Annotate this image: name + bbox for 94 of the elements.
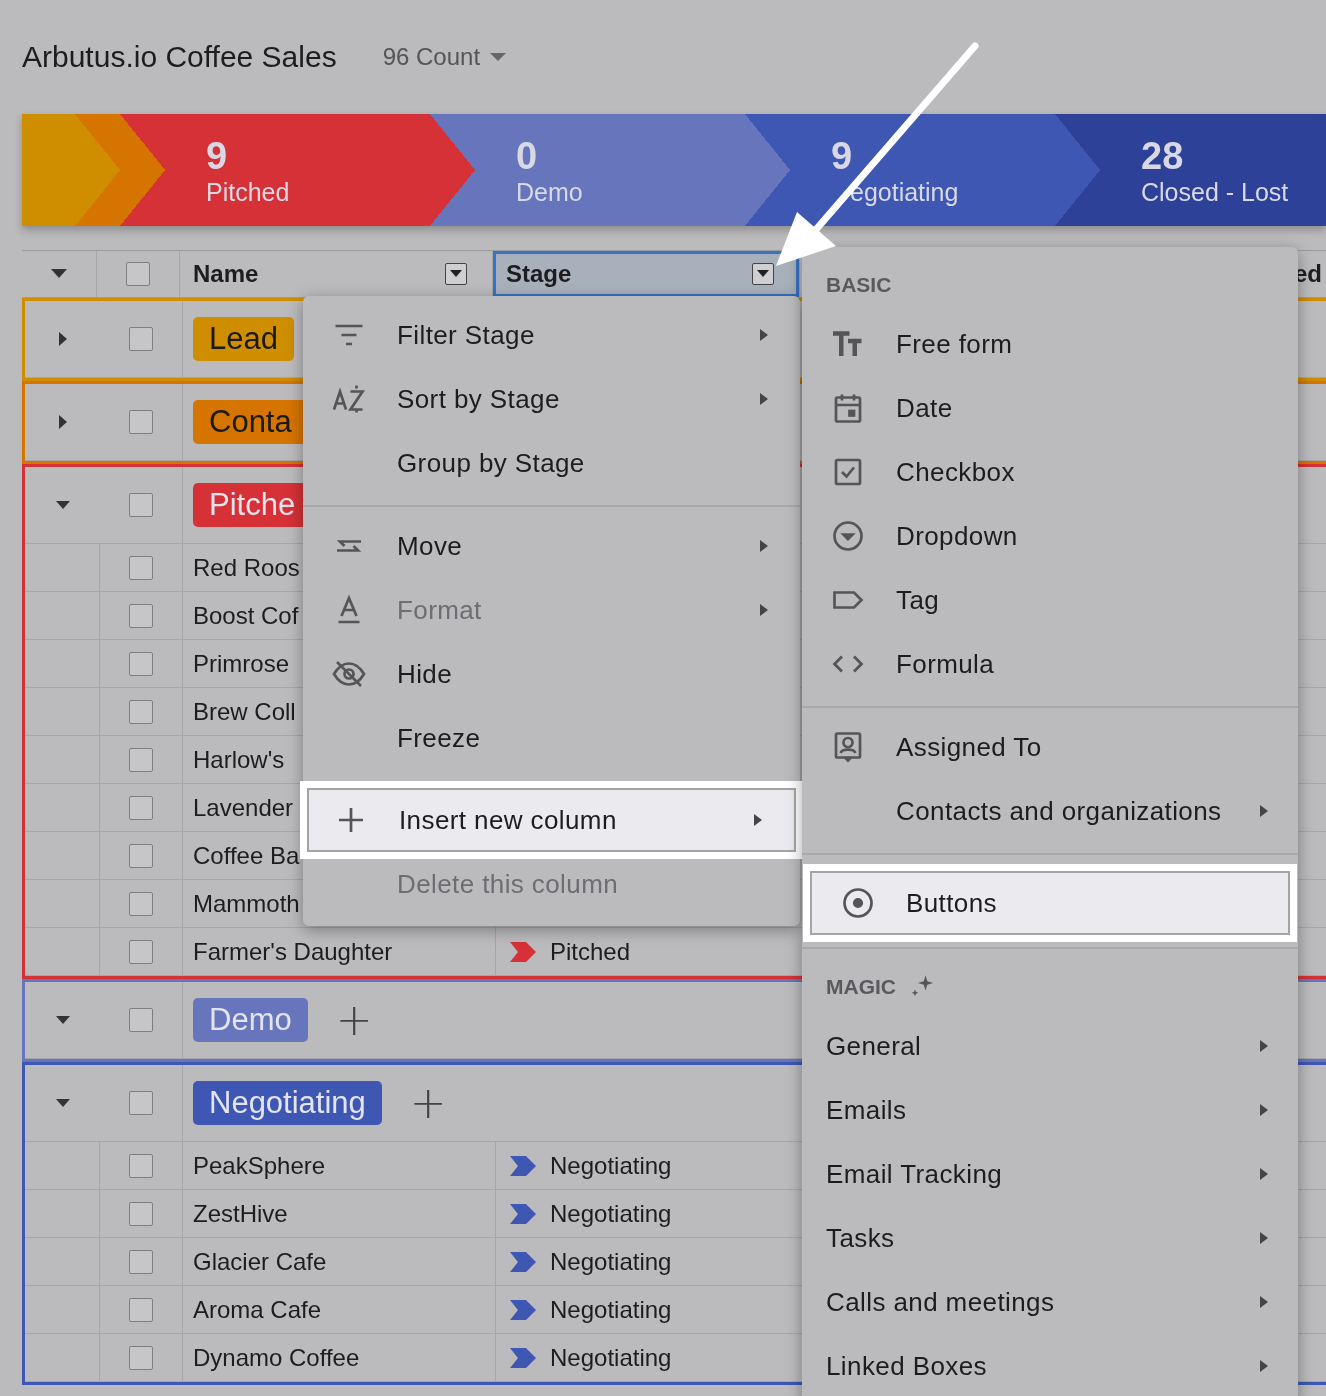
checkbox[interactable] (129, 327, 153, 351)
checkbox[interactable] (129, 603, 153, 628)
table-cell-text: Boost Cof (192, 601, 299, 630)
radio-icon (840, 885, 876, 921)
table-cell-text: Coffee Ba (192, 841, 300, 870)
submenu-caret-icon (1258, 1230, 1270, 1246)
menu-item[interactable]: Email Tracking (802, 1142, 1298, 1206)
submenu-caret-icon (758, 391, 770, 407)
checkbox[interactable] (129, 651, 153, 676)
checkbox[interactable] (129, 843, 153, 868)
caret-icon (490, 52, 507, 62)
checkbox[interactable] (129, 555, 153, 580)
chevron-icon (510, 1251, 536, 1272)
checkbox[interactable] (129, 1249, 153, 1274)
section-title: MAGIC (826, 974, 896, 1000)
sheet-title: Arbutus.io Coffee Sales (22, 40, 337, 74)
checkbox[interactable] (129, 493, 153, 517)
table-cell-text: Red Roos (192, 553, 300, 582)
submenu-caret-icon (1258, 1294, 1270, 1310)
checkbox[interactable] (129, 1345, 153, 1370)
table-cell: Negotiating (550, 1343, 672, 1372)
stage-tag: Demo (193, 998, 308, 1042)
menu-item[interactable]: Emails (802, 1078, 1298, 1142)
checkbox[interactable] (129, 1297, 153, 1322)
pipeline-stage[interactable]: 9 egotiating (745, 114, 1055, 226)
checkbox[interactable] (126, 262, 150, 286)
menu-item[interactable]: Checkbox (802, 440, 1298, 504)
collapse-caret-icon (51, 269, 67, 279)
column-header[interactable]: Name (180, 251, 492, 297)
menu-item[interactable]: Tag (802, 568, 1298, 632)
table-cell-text: Dynamo Coffee (192, 1343, 360, 1372)
checkbox[interactable] (129, 1091, 153, 1115)
menu-item[interactable]: Free form (802, 312, 1298, 376)
stage-tag: Negotiating (193, 1081, 382, 1125)
menu-item[interactable]: General (802, 1014, 1298, 1078)
table-cell-text: ZestHive (192, 1199, 288, 1228)
menu-item[interactable]: Filter Stage (303, 303, 800, 367)
pipeline-stage[interactable]: 28 Closed - Lost (1055, 114, 1326, 226)
checkbox[interactable] (129, 1008, 153, 1032)
table-cell-text: Harlow's (192, 745, 285, 774)
submenu-caret-icon (1258, 1358, 1270, 1374)
dropdown-icon (830, 518, 866, 554)
checkbox[interactable] (129, 939, 153, 964)
menu-item[interactable]: Tasks (802, 1206, 1298, 1270)
chevron-icon (510, 941, 536, 962)
menu-item[interactable]: Date (802, 376, 1298, 440)
table-cell-text: Lavender (192, 793, 294, 822)
checkbox[interactable] (129, 1153, 153, 1178)
count-dropdown[interactable]: 96 Count (382, 43, 507, 71)
table-cell-text: Aroma Cafe (192, 1295, 322, 1324)
menu-item[interactable]: Formula (802, 632, 1298, 696)
table-cell: Pitched (550, 937, 631, 966)
checkbox[interactable] (129, 795, 153, 820)
table-cell-text: Farmer's Daughter (192, 937, 393, 966)
menu-item[interactable]: Calls and meetings (802, 1270, 1298, 1334)
menu-item[interactable]: Freeze (303, 706, 800, 770)
submenu-caret-icon (758, 538, 770, 554)
column-menu-icon[interactable] (752, 263, 774, 285)
submenu-caret-icon (1258, 1166, 1270, 1182)
stage-tag: Lead (193, 317, 294, 361)
chevron-icon (510, 1299, 536, 1320)
menu-item[interactable]: Assigned To (802, 715, 1298, 779)
chevron-icon (510, 1347, 536, 1368)
table-cell: Negotiating (550, 1295, 672, 1324)
checkbox[interactable] (129, 410, 153, 434)
chevron-icon (510, 1155, 536, 1176)
column-header[interactable]: Stage (493, 251, 799, 297)
checkbox[interactable] (129, 699, 153, 724)
table-cell: Negotiating (550, 1199, 672, 1228)
table-cell-text: PeakSphere (192, 1151, 326, 1180)
submenu-caret-icon (752, 812, 764, 828)
table-cell-text: Brew Coll (192, 697, 296, 726)
table-cell-text: Glacier Cafe (192, 1247, 327, 1276)
menu-item[interactable]: Linked Boxes (802, 1334, 1298, 1396)
add-row-button[interactable]: + (405, 1081, 451, 1125)
checkbox[interactable] (129, 1201, 153, 1226)
menu-item[interactable]: Hide (303, 642, 800, 706)
menu-item[interactable]: Contacts and organizations (802, 779, 1298, 843)
table-cell: Negotiating (550, 1247, 672, 1276)
column-menu-icon[interactable] (445, 263, 467, 285)
submenu-caret-icon (1258, 1102, 1270, 1118)
table-cell-text: Primrose (192, 649, 289, 678)
add-row-button[interactable]: + (331, 998, 377, 1042)
menu-item[interactable]: Dropdown (802, 504, 1298, 568)
checkbox[interactable] (129, 891, 153, 916)
submenu-caret-icon (758, 327, 770, 343)
table-cell: Negotiating (550, 1151, 672, 1180)
submenu-caret-icon (1258, 1038, 1270, 1054)
submenu-caret-icon (758, 602, 770, 618)
section-title: BASIC (826, 272, 892, 298)
submenu-caret-icon (1258, 803, 1270, 819)
checkbox[interactable] (129, 747, 153, 772)
table-cell-text: Mammoth (192, 889, 300, 918)
chevron-icon (510, 1203, 536, 1224)
